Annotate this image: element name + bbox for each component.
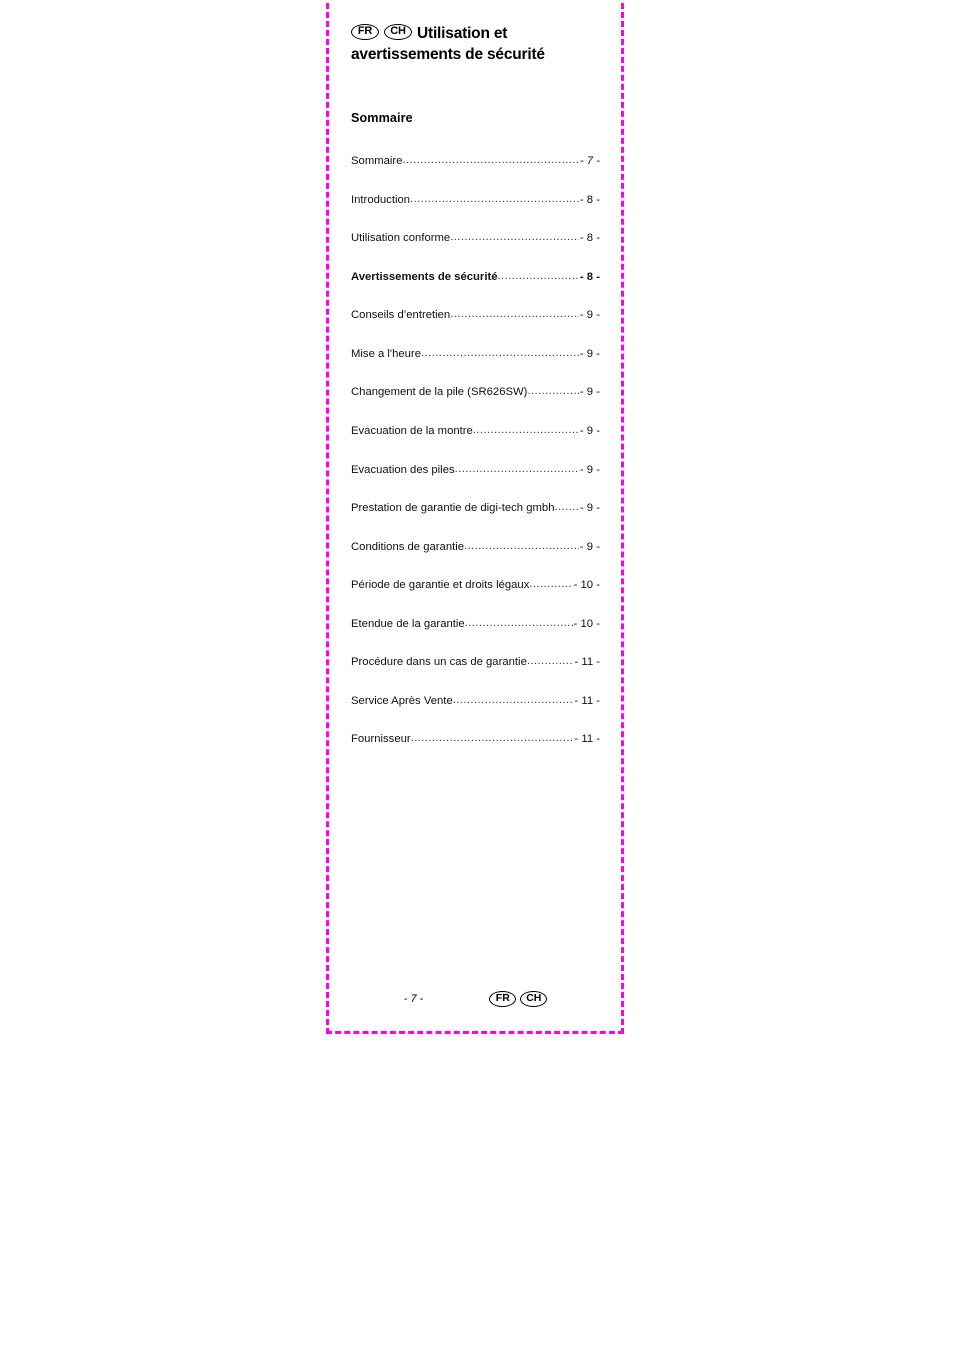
- toc-entry[interactable]: Conseils d’entretien....................…: [351, 308, 600, 323]
- toc-dot-leader: ........................................…: [526, 655, 574, 668]
- language-badge-ch-header: CH: [384, 23, 412, 40]
- toc-entry[interactable]: Introduction............................…: [351, 192, 600, 208]
- toc-entry[interactable]: Conditions de garantie..................…: [351, 539, 600, 555]
- toc-dot-leader: ........................................…: [402, 154, 579, 167]
- table-of-contents: Sommaire................................…: [351, 154, 600, 747]
- toc-entry-label: Utilisation conforme: [351, 232, 451, 245]
- toc-entry-page-number: - 10 -: [573, 579, 600, 592]
- toc-entry-label: Prestation de garantie de digi-tech gmbh: [351, 502, 555, 515]
- toc-entry[interactable]: Procédure dans un cas de garantie.......…: [351, 655, 600, 670]
- footer-page-number: - 7 -: [403, 993, 424, 1005]
- toc-entry-page-number: - 9 -: [579, 424, 600, 437]
- toc-entry-label: Sommaire: [351, 155, 403, 168]
- toc-entry-page-number: - 9 -: [579, 463, 600, 476]
- toc-entry-page-number: - 8 -: [579, 193, 600, 206]
- toc-dot-leader: ........................................…: [454, 462, 579, 475]
- toc-dot-leader: ........................................…: [527, 385, 578, 398]
- toc-entry-label: Changement de la pile (SR626SW): [351, 386, 528, 399]
- toc-entry-label: Conseils d’entretien: [351, 309, 451, 322]
- toc-entry-page-number: - 8 -: [579, 232, 600, 245]
- toc-entry[interactable]: Utilisation conforme....................…: [351, 231, 600, 246]
- toc-entry-page-number: - 7 -: [579, 155, 600, 168]
- toc-entry-label: Fournisseur: [351, 733, 411, 746]
- toc-entry-label: Introduction: [351, 193, 411, 206]
- toc-entry-label: Avertissements de sécurité: [351, 270, 498, 283]
- toc-dot-leader: ........................................…: [554, 501, 578, 514]
- toc-dot-leader: ........................................…: [450, 231, 579, 244]
- toc-entry-page-number: - 11 -: [574, 694, 600, 707]
- toc-heading: Sommaire: [351, 111, 413, 126]
- toc-entry[interactable]: Changement de la pile (SR626SW).........…: [351, 385, 600, 400]
- toc-entry[interactable]: Sommaire................................…: [351, 154, 600, 169]
- language-badge-fr-header: FR: [351, 23, 379, 40]
- toc-entry-label: Procédure dans un cas de garantie: [351, 656, 527, 669]
- page-title: FR CH Utilisation et avertissements de séc…: [351, 23, 600, 65]
- toc-entry-page-number: - 11 -: [574, 656, 600, 669]
- toc-dot-leader: ........................................…: [464, 539, 579, 552]
- toc-entry-label: Période de garantie et droits légaux: [351, 579, 530, 592]
- toc-entry[interactable]: Fournisseur.............................…: [351, 732, 600, 747]
- toc-entry-label: Mise a l'heure: [351, 347, 421, 360]
- toc-entry-label: Evacuation des piles: [351, 463, 455, 476]
- document-page-frame: FR CH Utilisation et avertissements de séc…: [326, 0, 624, 1034]
- page-footer: - 7 - FR CH: [351, 991, 600, 1007]
- language-badge-fr-footer: FR: [489, 991, 517, 1007]
- title-text-line-1: Utilisation et: [417, 25, 508, 42]
- toc-entry-page-number: - 8 -: [579, 270, 600, 283]
- footer-language-badges: FR CH: [485, 991, 548, 1007]
- toc-dot-leader: ........................................…: [410, 192, 579, 205]
- toc-entry[interactable]: Période de garantie et droits légaux....…: [351, 578, 600, 593]
- toc-dot-leader: ........................................…: [452, 693, 574, 706]
- toc-dot-leader: ........................................…: [450, 308, 579, 321]
- toc-entry-page-number: - 9 -: [579, 540, 600, 553]
- toc-entry-page-number: - 9 -: [579, 309, 600, 322]
- toc-entry-page-number: - 9 -: [579, 386, 600, 399]
- toc-dot-leader: ........................................…: [410, 732, 574, 745]
- toc-entry-label: Service Après Vente: [351, 694, 453, 707]
- toc-entry[interactable]: Evacuation de la montre.................…: [351, 423, 600, 439]
- toc-entry-page-number: - 10 -: [573, 617, 600, 630]
- toc-entry[interactable]: Etendue de la garantie..................…: [351, 616, 600, 632]
- toc-dot-leader: ........................................…: [420, 346, 579, 359]
- toc-entry-page-number: - 9 -: [579, 347, 600, 360]
- toc-entry[interactable]: Avertissements de sécurité..............…: [351, 269, 600, 285]
- toc-entry-page-number: - 11 -: [574, 733, 600, 746]
- document-page-content: FR CH Utilisation et avertissements de séc…: [329, 0, 621, 1031]
- toc-dot-leader: ........................................…: [464, 616, 573, 629]
- toc-entry-label: Etendue de la garantie: [351, 617, 465, 630]
- toc-entry[interactable]: Mise a l'heure..........................…: [351, 346, 600, 362]
- toc-dot-leader: ........................................…: [529, 578, 572, 591]
- toc-entry[interactable]: Service Après Vente.....................…: [351, 693, 600, 709]
- language-badge-ch-footer: CH: [520, 991, 548, 1007]
- title-line-first: FR CH Utilisation et: [351, 23, 600, 44]
- toc-entry[interactable]: Prestation de garantie de digi-tech gmbh…: [351, 501, 600, 516]
- toc-dot-leader: ........................................…: [497, 269, 579, 282]
- toc-entry-label: Evacuation de la montre: [351, 424, 473, 437]
- toc-dot-leader: ........................................…: [472, 423, 579, 436]
- title-text-line-2: avertissements de sécurité: [351, 46, 545, 64]
- toc-entry-label: Conditions de garantie: [351, 540, 465, 553]
- toc-entry-page-number: - 9 -: [579, 502, 600, 515]
- toc-entry[interactable]: Evacuation des piles....................…: [351, 462, 600, 478]
